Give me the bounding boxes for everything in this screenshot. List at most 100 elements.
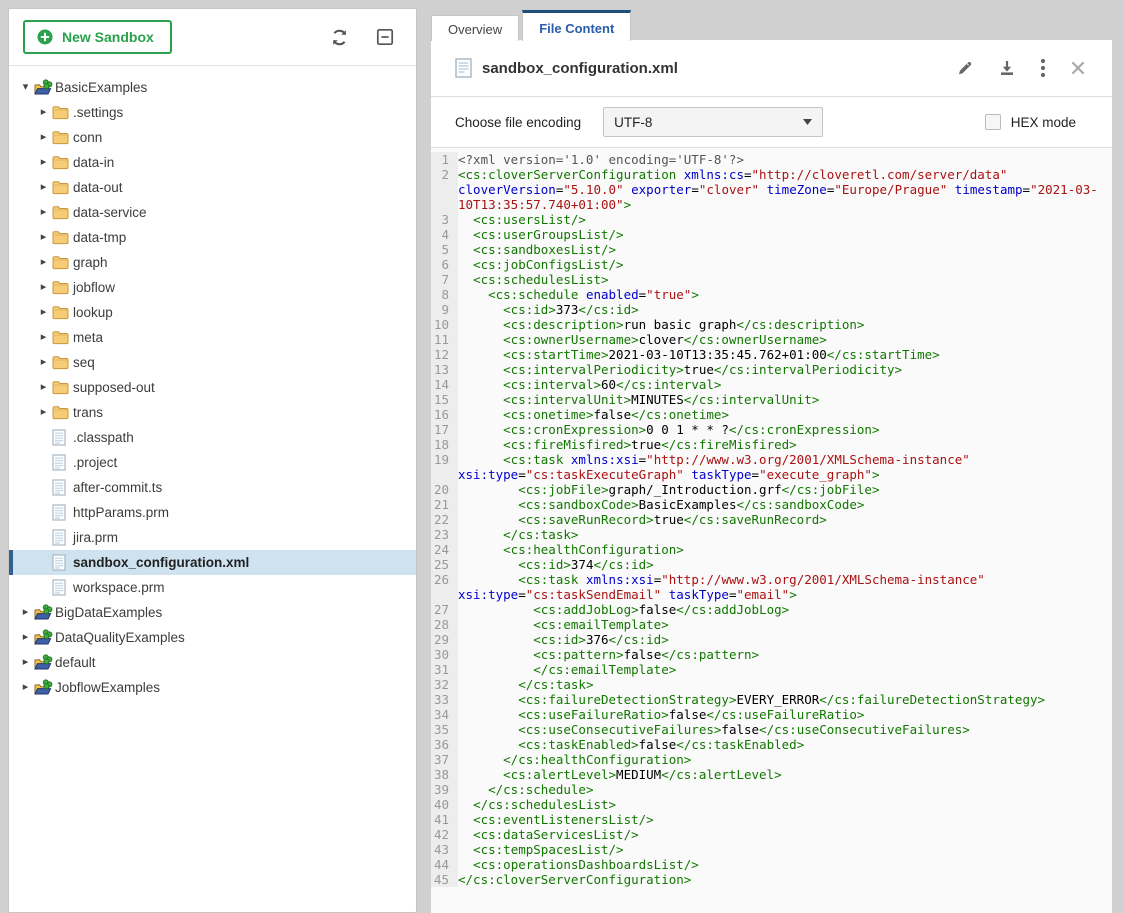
line-content: <cs:dataServicesList/>: [458, 827, 1112, 842]
code-line: 44 <cs:operationsDashboardsList/>: [431, 857, 1112, 872]
tree-item-data-in[interactable]: ▸data-in: [9, 150, 416, 175]
line-content: </cs:cloverServerConfiguration>: [458, 872, 1112, 887]
tree-item-.settings[interactable]: ▸.settings: [9, 100, 416, 125]
expand-arrow-icon[interactable]: ▸: [35, 407, 52, 418]
line-number: 18: [431, 437, 458, 452]
expand-arrow-icon[interactable]: ▸: [35, 257, 52, 268]
hex-mode-label: HEX mode: [1011, 115, 1076, 130]
tab-file-content[interactable]: File Content: [522, 10, 631, 41]
tree-item-workspace.prm[interactable]: workspace.prm: [9, 575, 416, 600]
expand-arrow-icon[interactable]: ▸: [35, 207, 52, 218]
line-content: </cs:schedule>: [458, 782, 1112, 797]
code-line: 39 </cs:schedule>: [431, 782, 1112, 797]
collapse-arrow-icon[interactable]: ▾: [17, 82, 34, 93]
file-header: sandbox_configuration.xml: [431, 40, 1112, 97]
tree-item-meta[interactable]: ▸meta: [9, 325, 416, 350]
line-number: 8: [431, 287, 458, 302]
code-line: 37 </cs:healthConfiguration>: [431, 752, 1112, 767]
code-line: 41 <cs:eventListenersList/>: [431, 812, 1112, 827]
tree-item-after-commit.ts[interactable]: after-commit.ts: [9, 475, 416, 500]
line-number: 19: [431, 452, 458, 482]
line-content: <cs:interval>60</cs:interval>: [458, 377, 1112, 392]
expand-arrow-icon[interactable]: ▸: [35, 332, 52, 343]
sandbox-toolbar-actions: [330, 28, 402, 47]
code-line: 5 <cs:sandboxesList/>: [431, 242, 1112, 257]
line-number: 34: [431, 707, 458, 722]
tree-item-trans[interactable]: ▸trans: [9, 400, 416, 425]
hex-mode-checkbox[interactable]: [985, 114, 1001, 130]
code-line: 21 <cs:sandboxCode>BasicExamples</cs:san…: [431, 497, 1112, 512]
collapse-all-icon[interactable]: [376, 28, 394, 46]
sandbox-icon: [34, 679, 55, 696]
tree-item-DataQualityExamples[interactable]: ▸DataQualityExamples: [9, 625, 416, 650]
line-content: <cs:eventListenersList/>: [458, 812, 1112, 827]
line-number: 37: [431, 752, 458, 767]
tree-item-data-service[interactable]: ▸data-service: [9, 200, 416, 225]
tree-item-graph[interactable]: ▸graph: [9, 250, 416, 275]
tree-item-BasicExamples[interactable]: ▾BasicExamples: [9, 75, 416, 100]
line-number: 1: [431, 152, 458, 167]
line-content: <?xml version='1.0' encoding='UTF-8'?>: [458, 152, 1112, 167]
code-line: 23 </cs:task>: [431, 527, 1112, 542]
refresh-icon[interactable]: [330, 28, 349, 47]
expand-arrow-icon[interactable]: ▸: [35, 132, 52, 143]
more-menu-icon[interactable]: [1040, 58, 1046, 78]
edit-icon[interactable]: [956, 59, 974, 77]
expand-arrow-icon[interactable]: ▸: [35, 382, 52, 393]
line-content: <cs:useFailureRatio>false</cs:useFailure…: [458, 707, 1112, 722]
line-number: 5: [431, 242, 458, 257]
code-line: 19 <cs:task xmlns:xsi="http://www.w3.org…: [431, 452, 1112, 482]
file-icon: [52, 479, 73, 496]
expand-arrow-icon[interactable]: ▸: [17, 632, 34, 643]
tree-item-.classpath[interactable]: .classpath: [9, 425, 416, 450]
folder-icon: [52, 105, 73, 120]
tree-item-data-tmp[interactable]: ▸data-tmp: [9, 225, 416, 250]
expand-arrow-icon[interactable]: ▸: [35, 307, 52, 318]
code-line: 15 <cs:intervalUnit>MINUTES</cs:interval…: [431, 392, 1112, 407]
line-number: 36: [431, 737, 458, 752]
tree-item-label: default: [55, 655, 96, 670]
file-icon: [52, 454, 73, 471]
expand-arrow-icon[interactable]: ▸: [17, 657, 34, 668]
tree-item-JobflowExamples[interactable]: ▸JobflowExamples: [9, 675, 416, 700]
expand-arrow-icon[interactable]: ▸: [17, 607, 34, 618]
tree-item-httpParams.prm[interactable]: httpParams.prm: [9, 500, 416, 525]
code-line: 35 <cs:useConsecutiveFailures>false</cs:…: [431, 722, 1112, 737]
expand-arrow-icon[interactable]: ▸: [35, 182, 52, 193]
folder-icon: [52, 330, 73, 345]
expand-arrow-icon[interactable]: ▸: [35, 232, 52, 243]
tree-item-jira.prm[interactable]: jira.prm: [9, 525, 416, 550]
tree-item-lookup[interactable]: ▸lookup: [9, 300, 416, 325]
tree-item-sandbox_configuration.xml[interactable]: sandbox_configuration.xml: [9, 550, 416, 575]
new-sandbox-button[interactable]: New Sandbox: [23, 20, 172, 54]
tree-item-supposed-out[interactable]: ▸supposed-out: [9, 375, 416, 400]
line-content: <cs:emailTemplate>: [458, 617, 1112, 632]
line-number: 3: [431, 212, 458, 227]
expand-arrow-icon[interactable]: ▸: [35, 107, 52, 118]
tree-item-label: seq: [73, 355, 95, 370]
tree-item-BigDataExamples[interactable]: ▸BigDataExamples: [9, 600, 416, 625]
tree-item-jobflow[interactable]: ▸jobflow: [9, 275, 416, 300]
line-content: </cs:task>: [458, 527, 1112, 542]
code-editor[interactable]: 1<?xml version='1.0' encoding='UTF-8'?> 2…: [431, 148, 1112, 913]
tree-item-label: conn: [73, 130, 102, 145]
tab-overview[interactable]: Overview: [431, 15, 519, 41]
expand-arrow-icon[interactable]: ▸: [17, 682, 34, 693]
tree-item-data-out[interactable]: ▸data-out: [9, 175, 416, 200]
line-content: <cs:id>373</cs:id>: [458, 302, 1112, 317]
encoding-row: Choose file encoding UTF-8 HEX mode: [431, 97, 1112, 148]
code-line: 10 <cs:description>run basic graph</cs:d…: [431, 317, 1112, 332]
code-line: 8 <cs:schedule enabled="true">: [431, 287, 1112, 302]
tree-item-conn[interactable]: ▸ conn: [9, 125, 416, 150]
expand-arrow-icon[interactable]: ▸: [35, 357, 52, 368]
expand-arrow-icon[interactable]: ▸: [35, 157, 52, 168]
line-content: <cs:jobConfigsList/>: [458, 257, 1112, 272]
tree-item-.project[interactable]: .project: [9, 450, 416, 475]
file-icon: [52, 554, 73, 571]
tree-item-default[interactable]: ▸ default: [9, 650, 416, 675]
expand-arrow-icon[interactable]: ▸: [35, 282, 52, 293]
download-icon[interactable]: [998, 59, 1016, 77]
tree-item-seq[interactable]: ▸ seq: [9, 350, 416, 375]
encoding-select[interactable]: UTF-8: [603, 107, 823, 137]
close-icon[interactable]: [1070, 60, 1086, 76]
